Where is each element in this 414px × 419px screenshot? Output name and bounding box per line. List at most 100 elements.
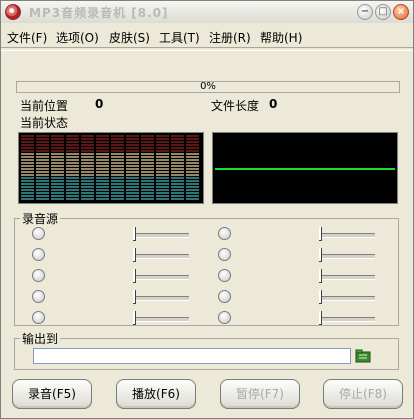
- slider-thumb[interactable]: [319, 311, 322, 325]
- slider-thumb[interactable]: [133, 227, 136, 241]
- spectrum-segment: [21, 159, 34, 161]
- slider-track: [133, 317, 189, 322]
- source-volume-slider[interactable]: [319, 227, 375, 241]
- source-volume-slider[interactable]: [319, 248, 375, 262]
- pause-button[interactable]: 暂停(F7): [220, 379, 300, 409]
- source-radio[interactable]: [32, 269, 45, 282]
- spectrum-segment: [156, 171, 169, 173]
- spectrum-segment: [126, 135, 139, 137]
- close-button[interactable]: ×: [393, 4, 409, 20]
- slider-thumb[interactable]: [319, 227, 322, 241]
- stop-button[interactable]: 停止(F8): [323, 379, 403, 409]
- spectrum-segment: [141, 198, 154, 200]
- spectrum-segment: [21, 150, 34, 152]
- source-volume-slider[interactable]: [133, 227, 189, 241]
- app-icon: [5, 4, 21, 20]
- spectrum-segment: [21, 153, 34, 155]
- source-volume-slider[interactable]: [319, 290, 375, 304]
- source-volume-slider[interactable]: [133, 290, 189, 304]
- output-path-input[interactable]: [33, 348, 351, 364]
- source-radio[interactable]: [218, 311, 231, 324]
- app-window: MP3音频录音机 [8.0] − □ × 文件(F) 选项(O) 皮肤(S) 工…: [0, 0, 414, 419]
- menu-tools[interactable]: 工具(T): [159, 29, 200, 46]
- spectrum-segment: [81, 180, 94, 182]
- maximize-button[interactable]: □: [375, 4, 391, 20]
- source-radio[interactable]: [218, 269, 231, 282]
- spectrum-segment: [21, 147, 34, 149]
- slider-thumb[interactable]: [319, 269, 322, 283]
- menu-register[interactable]: 注册(R): [209, 29, 251, 46]
- spectrum-segment: [186, 186, 199, 188]
- slider-thumb[interactable]: [133, 290, 136, 304]
- slider-thumb[interactable]: [319, 290, 322, 304]
- slider-thumb[interactable]: [319, 248, 322, 262]
- spectrum-segment: [66, 177, 79, 179]
- spectrum-segment: [171, 141, 184, 143]
- menu-options[interactable]: 选项(O): [56, 29, 99, 46]
- spectrum-segment: [96, 159, 109, 161]
- spectrum-segment: [156, 174, 169, 176]
- spectrum-segment: [51, 186, 64, 188]
- play-button[interactable]: 播放(F6): [116, 379, 196, 409]
- spectrum-segment: [156, 159, 169, 161]
- menu-skin[interactable]: 皮肤(S): [109, 29, 150, 46]
- source-volume-slider[interactable]: [133, 269, 189, 283]
- source-radio[interactable]: [32, 248, 45, 261]
- spectrum-segment: [66, 171, 79, 173]
- menu-separator: [1, 47, 413, 51]
- source-radio[interactable]: [218, 227, 231, 240]
- spectrum-segment: [111, 174, 124, 176]
- spectrum-segment: [81, 135, 94, 137]
- minimize-button[interactable]: −: [357, 4, 373, 20]
- menu-help[interactable]: 帮助(H): [260, 29, 302, 46]
- source-radio[interactable]: [32, 311, 45, 324]
- spectrum-segment: [51, 165, 64, 167]
- spectrum-segment: [126, 183, 139, 185]
- source-radio[interactable]: [218, 248, 231, 261]
- slider-track: [319, 296, 375, 301]
- spectrum-segment: [51, 144, 64, 146]
- spectrum-segment: [171, 195, 184, 197]
- source-radio[interactable]: [32, 227, 45, 240]
- spectrum-segment: [141, 183, 154, 185]
- menu-bar: 文件(F) 选项(O) 皮肤(S) 工具(T) 注册(R) 帮助(H): [1, 27, 413, 45]
- spectrum-segment: [126, 165, 139, 167]
- source-radio[interactable]: [218, 290, 231, 303]
- title-bar[interactable]: MP3音频录音机 [8.0] − □ ×: [1, 1, 413, 23]
- spectrum-segment: [51, 189, 64, 191]
- spectrum-segment: [141, 189, 154, 191]
- spectrum-segment: [36, 135, 49, 137]
- record-button[interactable]: 录音(F5): [12, 379, 92, 409]
- spectrum-segment: [156, 162, 169, 164]
- spectrum-segment: [171, 177, 184, 179]
- slider-thumb[interactable]: [133, 248, 136, 262]
- spectrum-segment: [186, 168, 199, 170]
- source-volume-slider[interactable]: [319, 311, 375, 325]
- source-volume-slider[interactable]: [133, 311, 189, 325]
- spectrum-segment: [66, 153, 79, 155]
- spectrum-segment: [171, 144, 184, 146]
- spectrum-segment: [171, 189, 184, 191]
- slider-thumb[interactable]: [133, 311, 136, 325]
- spectrum-segment: [141, 141, 154, 143]
- folder-icon[interactable]: [355, 348, 371, 364]
- spectrum-segment: [21, 141, 34, 143]
- spectrum-segment: [141, 174, 154, 176]
- spectrum-segment: [141, 144, 154, 146]
- spectrum-segment: [96, 183, 109, 185]
- spectrum-segment: [81, 162, 94, 164]
- progress-text: 0%: [200, 81, 216, 92]
- slider-track: [133, 275, 189, 280]
- spectrum-segment: [36, 150, 49, 152]
- source-radio[interactable]: [32, 290, 45, 303]
- spectrum-segment: [96, 165, 109, 167]
- spectrum-segment: [66, 192, 79, 194]
- spectrum-segment: [141, 135, 154, 137]
- spectrum-segment: [141, 171, 154, 173]
- slider-thumb[interactable]: [133, 269, 136, 283]
- source-volume-slider[interactable]: [319, 269, 375, 283]
- source-volume-slider[interactable]: [133, 248, 189, 262]
- spectrum-segment: [21, 189, 34, 191]
- slider-track: [133, 233, 189, 238]
- menu-file[interactable]: 文件(F): [7, 29, 47, 46]
